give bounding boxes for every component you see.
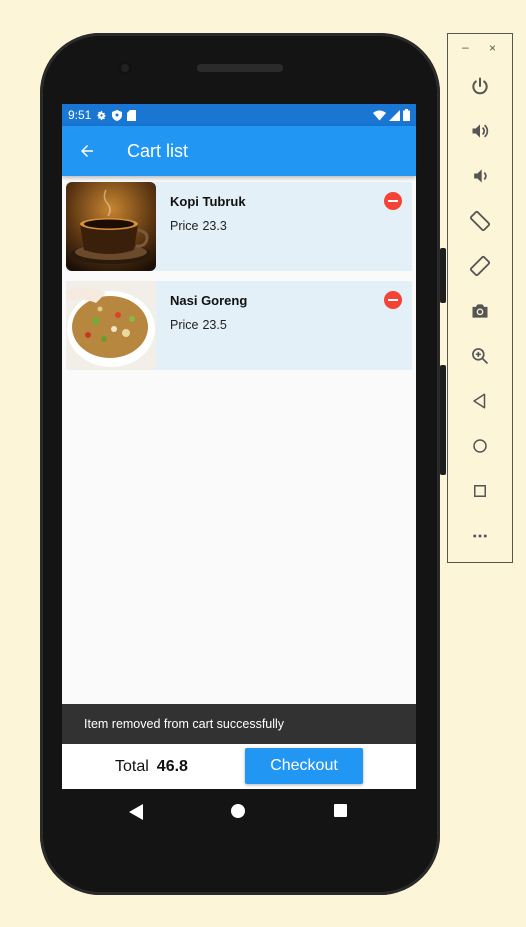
fried-rice-image	[66, 281, 156, 370]
remove-item-icon[interactable]	[384, 291, 402, 309]
power-icon[interactable]	[468, 74, 492, 98]
home-icon[interactable]	[468, 434, 492, 458]
cart-item[interactable]: Nasi Goreng Price 23.5	[66, 281, 412, 370]
camera-icon[interactable]	[468, 299, 492, 323]
battery-icon	[403, 109, 410, 121]
close-button[interactable]: ×	[489, 41, 496, 55]
cart-item[interactable]: Kopi Tubruk Price 23.3	[66, 182, 412, 271]
shield-icon	[112, 109, 123, 121]
back-icon[interactable]	[468, 389, 492, 413]
back-button[interactable]	[62, 126, 112, 176]
arrow-back-icon	[81, 145, 93, 157]
item-name: Nasi Goreng	[170, 293, 248, 308]
settings-gear-icon	[97, 110, 106, 120]
phone-side-button	[440, 365, 446, 475]
front-camera	[118, 61, 132, 75]
minimize-button[interactable]: –	[462, 40, 469, 54]
total-label: Total	[115, 757, 149, 775]
more-icon[interactable]	[468, 524, 492, 548]
nav-overview-icon[interactable]	[334, 804, 347, 817]
signal-icon	[389, 109, 400, 121]
item-price: Price 23.3	[170, 219, 227, 233]
total-label-group: Total 46.8	[115, 758, 188, 776]
emulator-window-controls: – ×	[448, 40, 512, 56]
status-bar: 9:51	[62, 104, 416, 126]
cart-list: Kopi Tubruk Price 23.3 Nasi Goreng Price…	[62, 176, 416, 370]
page-title: Cart list	[127, 140, 189, 161]
overview-icon[interactable]	[468, 479, 492, 503]
item-name: Kopi Tubruk	[170, 194, 246, 209]
checkout-button[interactable]: Checkout	[245, 748, 363, 784]
volume-down-icon[interactable]	[468, 164, 492, 188]
checkout-bar: Total 46.8 Checkout	[62, 744, 416, 789]
nav-back-icon[interactable]	[129, 804, 143, 820]
status-time: 9:51	[68, 108, 92, 122]
emulator-side-panel: – ×	[447, 33, 513, 563]
snackbar-message: Item removed from cart successfully	[84, 717, 285, 731]
wifi-icon	[373, 110, 386, 120]
system-nav-bar	[62, 789, 416, 833]
app-screen: 9:51 Cart list Kopi Tubruk Price 23.3 Na…	[62, 104, 416, 789]
rotate-left-icon[interactable]	[468, 209, 492, 233]
volume-up-icon[interactable]	[468, 119, 492, 143]
item-price: Price 23.5	[170, 318, 227, 332]
rotate-right-icon[interactable]	[468, 254, 492, 278]
earpiece-speaker	[197, 64, 283, 72]
coffee-image	[66, 182, 156, 271]
sd-card-icon	[127, 109, 137, 121]
zoom-icon[interactable]	[468, 344, 492, 368]
nav-home-icon[interactable]	[231, 804, 245, 818]
phone-side-button	[440, 248, 446, 303]
snackbar: Item removed from cart successfully	[62, 704, 416, 744]
app-bar: Cart list	[62, 126, 416, 176]
remove-item-icon[interactable]	[384, 192, 402, 210]
total-value: 46.8	[156, 757, 188, 775]
